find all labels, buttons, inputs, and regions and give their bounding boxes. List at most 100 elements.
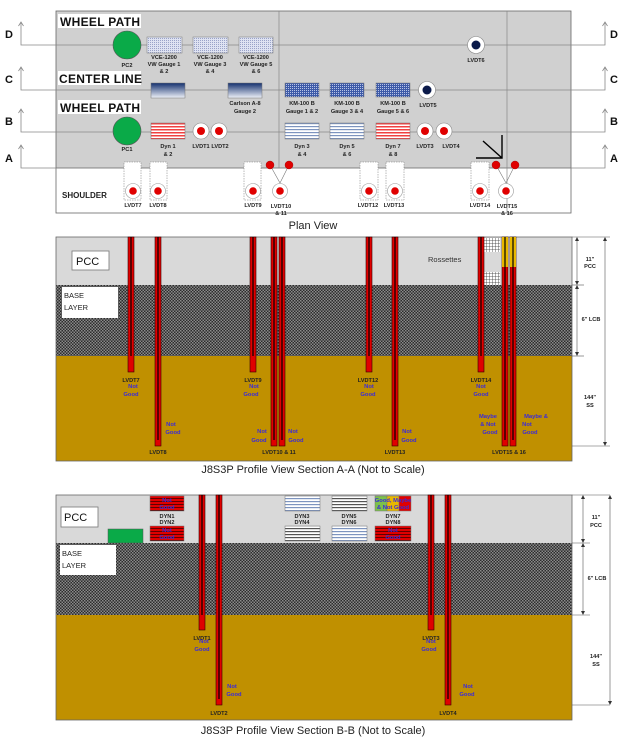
lvdt12-status: Not [364, 384, 374, 390]
lvdt16-status: Not [522, 422, 532, 428]
dyn2-label: DYN2 [160, 520, 175, 526]
carlson-gauge-1 [150, 82, 186, 99]
lvdt8-status: Good [165, 430, 181, 436]
ss-thickness-label: SS [586, 403, 594, 409]
dyn8-status: Good [385, 535, 401, 541]
lvdt1-status: Good [194, 647, 210, 653]
vce-label: & 6 [252, 69, 261, 75]
lvdt12-label: LVDT12 [358, 203, 378, 209]
lvdt4-status: Not [463, 684, 473, 690]
dyn4-label: DYN4 [295, 520, 311, 526]
lvdt8-label: LVDT8 [149, 203, 166, 209]
lvdt13-status: Good [401, 438, 417, 444]
lvdt13-status: Not [402, 429, 412, 435]
lvdt5-label: LVDT5 [419, 103, 436, 109]
shoulder-label: SHOULDER [62, 191, 107, 200]
lvdt4-label: LVDT4 [442, 144, 460, 150]
vce-label: & 4 [206, 69, 216, 75]
dyn-label: & 6 [343, 152, 352, 158]
wheel-path-label-top: WHEEL PATH [60, 15, 140, 29]
vce-label: VW Gauge 3 [194, 62, 227, 68]
instrumentation-diagram: D C B A D C B A WHEEL PATH CENTER LINE W… [5, 10, 618, 737]
lvdt10-label: LVDT10 [271, 204, 291, 210]
lvdt1-label: LVDT1 [192, 144, 209, 150]
pcc-label: PCC [64, 512, 87, 524]
lvdt3-label: LVDT3 [416, 144, 433, 150]
plan-view-title: Plan View [289, 220, 338, 232]
ss-thickness-label: 144" [584, 395, 596, 401]
lvdt14-label: LVDT14 [470, 203, 491, 209]
section-line-a-right: A [610, 153, 618, 165]
lvdt3-status: Good [421, 647, 437, 653]
section-aa: PCC BASE LAYER Rossettes LVDT7 Not Good … [55, 236, 610, 476]
lvdt8-label: LVDT8 [149, 450, 166, 456]
rosette-top-icon [484, 238, 500, 252]
lcb-thickness-label: 6" LCB [582, 317, 601, 323]
dyn6-label: DYN6 [342, 520, 357, 526]
lvdt4-label: LVDT4 [439, 711, 457, 717]
section-line-a-left: A [5, 153, 13, 165]
vce-gauges: VCE-1200 VW Gauge 1 & 2 VCE-1200 VW Gaug… [146, 36, 274, 75]
vce-label: VCE-1200 [151, 55, 177, 61]
km-label: Gauge 5 & 6 [377, 109, 409, 115]
lvdt4-status: Good [459, 692, 475, 698]
km-label: KM-100 B [380, 101, 406, 107]
dyn-label: & 4 [298, 152, 308, 158]
lvdt15-label: LVDT15 [497, 204, 517, 210]
lvdt9-status: Not [249, 384, 259, 390]
lvdt15-status: & Not [480, 422, 496, 428]
vce-label: VCE-1200 [197, 55, 223, 61]
lvdt7-status: Good [123, 392, 139, 398]
lvdt8-status: Not [166, 422, 176, 428]
lvdt11-status: Not [288, 429, 298, 435]
lvdt2-label: LVDT2 [210, 711, 227, 717]
rosette-bottom-icon [484, 272, 500, 285]
wheel-path-label-bottom: WHEEL PATH [60, 101, 140, 115]
dyn-label: & 2 [164, 152, 173, 158]
lvdt1-status: Not [199, 639, 209, 645]
lvdt2-label: LVDT2 [211, 144, 228, 150]
lvdt15-status: Good [482, 430, 498, 436]
vce-label: VW Gauge 5 [240, 62, 273, 68]
lvdt15-16-label: LVDT15 & 16 [492, 450, 526, 456]
km-label: KM-100 B [289, 101, 315, 107]
section-bb-title: J8S3P Profile View Section B-B (Not to S… [201, 725, 426, 737]
pcc-thickness-label: 11" [592, 515, 601, 521]
section-line-d-right: D [610, 29, 618, 41]
section-line-b-left: B [5, 116, 13, 128]
base-layer-label: BASE [62, 549, 82, 558]
carlson-gauge-2 [227, 82, 263, 99]
dyn8-label: DYN8 [386, 520, 401, 526]
ss-thickness-label: 144" [590, 654, 602, 660]
dyn7-status: Good, Maybe [375, 498, 412, 504]
lvdt16-status: Maybe & [524, 414, 548, 420]
section-line-c-right: C [610, 74, 618, 86]
lvdt10-status: Good [251, 438, 267, 444]
lvdt3-status: Not [426, 639, 436, 645]
base-layer-label: LAYER [64, 303, 89, 312]
section-aa-title: J8S3P Profile View Section A-A (Not to S… [201, 464, 424, 476]
carlson-label: Gauge 2 [234, 109, 256, 115]
vce-label: VCE-1200 [243, 55, 269, 61]
rosettes-label: Rossettes [428, 255, 462, 264]
lcb-thickness-label: 6" LCB [588, 576, 607, 582]
pcc-thickness-label: PCC [590, 523, 602, 529]
lvdt14-status: Not [476, 384, 486, 390]
lvdt13-label: LVDT13 [384, 203, 404, 209]
lvdt11-status: Good [288, 438, 304, 444]
carlson-label: Carlson A-8 [229, 101, 260, 107]
lvdt15-status: Maybe [479, 414, 498, 420]
dyn7-status: & Not Good [377, 505, 410, 511]
base-layer-label: LAYER [62, 561, 87, 570]
pcc-label: PCC [76, 256, 99, 268]
lvdt10-status: Not [257, 429, 267, 435]
km-label: Gauge 3 & 4 [331, 109, 364, 115]
center-line-label: CENTER LINE [59, 72, 142, 86]
section-line-b-right: B [610, 116, 618, 128]
ss-thickness-label: SS [592, 662, 600, 668]
lvdt16-status: Good [522, 430, 538, 436]
lvdt2-status: Good [226, 692, 242, 698]
pc2-icon [112, 30, 142, 60]
lvdt9-status: Good [243, 392, 259, 398]
lvdt2-status: Not [227, 684, 237, 690]
